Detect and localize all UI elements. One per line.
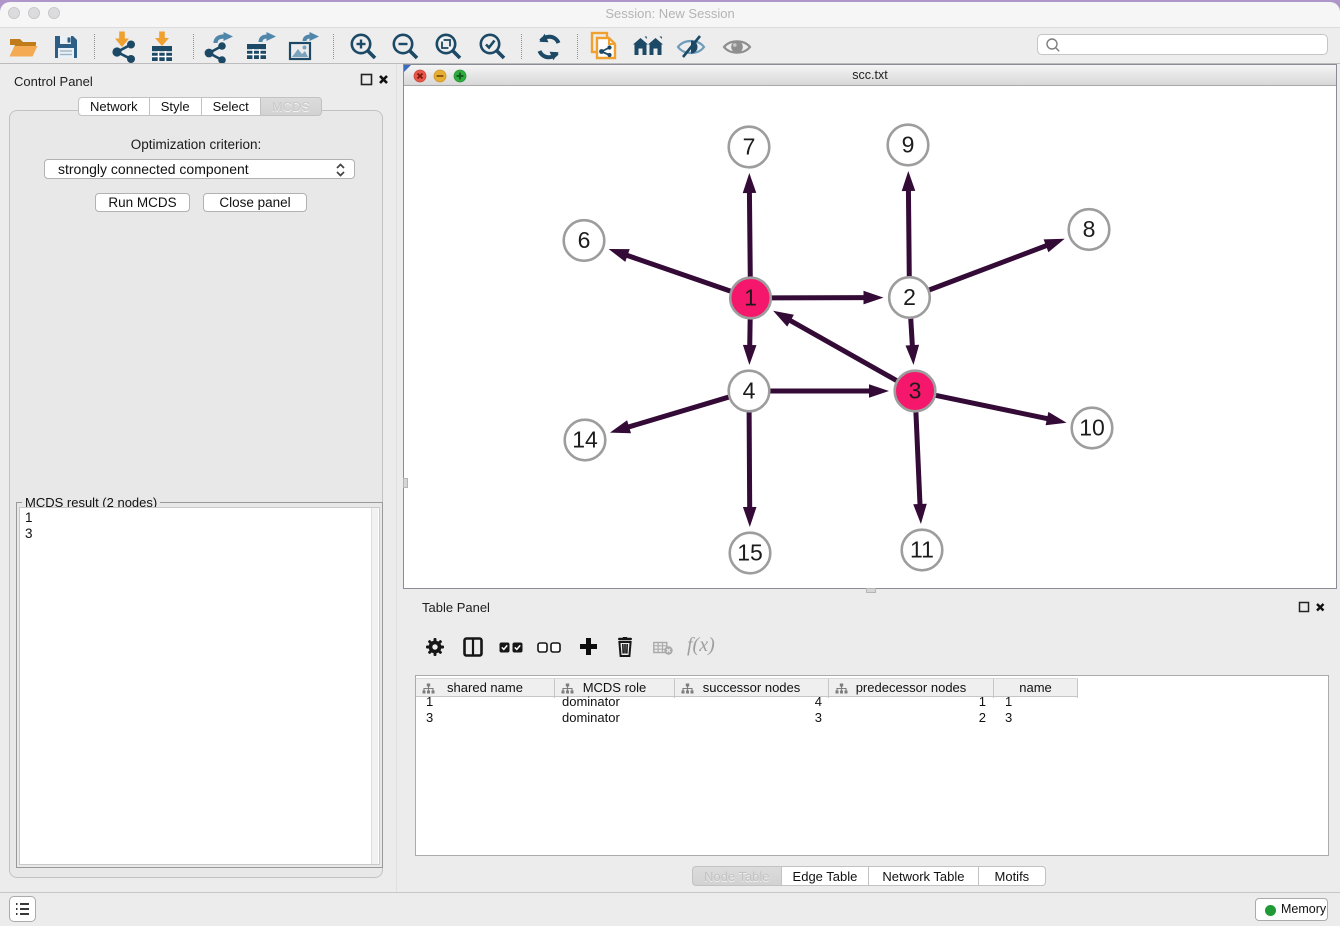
svg-text:6: 6 bbox=[578, 227, 591, 253]
svg-text:10: 10 bbox=[1079, 415, 1105, 441]
svg-text:7: 7 bbox=[743, 134, 756, 160]
svg-text:2: 2 bbox=[903, 284, 916, 310]
svg-text:9: 9 bbox=[902, 132, 915, 158]
svg-text:15: 15 bbox=[737, 540, 763, 566]
svg-text:1: 1 bbox=[744, 285, 757, 311]
svg-text:11: 11 bbox=[910, 537, 934, 563]
svg-text:3: 3 bbox=[909, 378, 922, 404]
svg-text:8: 8 bbox=[1083, 216, 1096, 242]
svg-text:14: 14 bbox=[572, 427, 598, 453]
svg-text:4: 4 bbox=[743, 378, 756, 404]
